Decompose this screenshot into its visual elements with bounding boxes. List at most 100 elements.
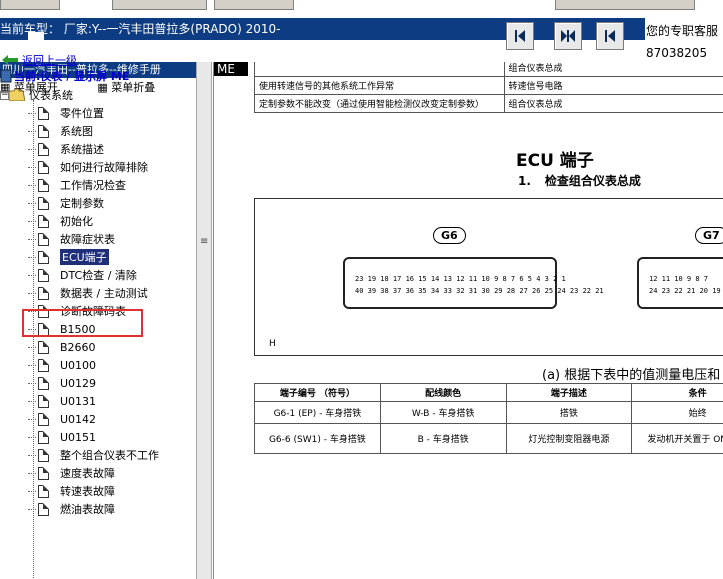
document-icon (38, 412, 49, 426)
tree-connector (28, 400, 36, 402)
document-icon (38, 358, 49, 372)
table-row: 定制参数不能改变（通过使用智能检测仪改变定制参数） 组合仪表总成 (254, 94, 723, 113)
first-page-button[interactable] (506, 22, 534, 50)
tree-connector (28, 436, 36, 438)
tree-folder[interactable]: − 仪表系统 (0, 87, 73, 103)
service-text: 您的专职客服 (646, 24, 719, 38)
document-icon (38, 484, 49, 498)
ecu-title: ECU 端子 (516, 151, 594, 171)
table-cell: 组合仪表总成 (503, 94, 723, 113)
tree-item-label: 速度表故障 (60, 467, 115, 480)
tree-connector (28, 454, 36, 456)
tree-item[interactable]: 零件位置 (28, 104, 159, 122)
document-icon (38, 106, 49, 120)
splitter-grip-icon[interactable]: ≡ (200, 236, 208, 247)
column-header: 端子编号 （符号） (254, 383, 381, 402)
toolbar-tab[interactable] (555, 0, 695, 10)
diagram-h-label: H (269, 339, 276, 349)
toolbar-tab[interactable] (214, 0, 294, 10)
tree-item[interactable]: 整个组合仪表不工作 (28, 446, 159, 464)
tree-item-label: 系统描述 (60, 143, 104, 156)
tree-item-label: 转速表故障 (60, 485, 115, 498)
symptom-table: 组合仪表总成 使用转速信号的其他系统工作异常 转速信号电路 定制参数不能改变（通过使用… (254, 62, 723, 113)
tree-item-label: 燃油表故障 (60, 503, 115, 516)
tree-item[interactable]: 如何进行故障排除 (28, 158, 159, 176)
document-icon (38, 430, 49, 444)
table-cell: W-B - 车身搭铁 (379, 401, 507, 424)
tree-item-label: 工作情况检查 (60, 179, 126, 192)
tree-item[interactable]: 定制参数 (28, 194, 159, 212)
tree-item[interactable]: B2660 (28, 338, 159, 356)
table-cell: G6-1 (EP) - 车身搭铁 (254, 401, 381, 424)
tree-item[interactable]: 系统图 (28, 122, 159, 140)
tree-item-label: U0100 (60, 358, 97, 372)
arrow-left-icon (605, 30, 615, 42)
tree-item[interactable]: U0129 (28, 374, 159, 392)
g7-pin-row-1: 12 11 10 9 8 7 (649, 275, 709, 283)
tree-item[interactable]: 燃油表故障 (28, 500, 159, 518)
document-icon (38, 250, 49, 264)
document-icon (38, 376, 49, 390)
tree-item-label: 初始化 (60, 215, 93, 228)
tree-item[interactable]: 故障症状表 (28, 230, 159, 248)
tree-item[interactable]: 工作情况检查 (28, 176, 159, 194)
tree-item-label: 故障症状表 (60, 233, 115, 246)
collapse-toggle-icon[interactable]: − (0, 90, 9, 100)
vehicle-banner: 当前车型： 厂家:Y--一汽丰田普拉多(PRADO) 2010- (0, 18, 645, 46)
back-page-button[interactable] (596, 22, 624, 50)
vehicle-select-box[interactable] (28, 32, 44, 46)
g7-pin-row-2: 24 23 22 21 20 19 18 (649, 287, 723, 295)
connector-g6: 23 19 18 17 16 15 14 13 12 11 10 9 8 7 6… (343, 257, 604, 309)
column-header: 端子描述 (505, 383, 633, 402)
document-icon (38, 286, 49, 300)
tree-item[interactable]: 速度表故障 (28, 464, 159, 482)
tree-connector (28, 490, 36, 492)
tree-item[interactable]: 初始化 (28, 212, 159, 230)
book-icon (0, 69, 12, 83)
table-row: G6-6 (SW1) - 车身搭铁 B - 车身搭铁 灯光控制变阻器电源 发动机开关置… (254, 423, 723, 454)
g6-pin-row-2: 40 39 38 37 36 35 34 33 32 31 30 29 28 2… (355, 287, 604, 295)
tree-item-label: B2660 (60, 340, 96, 354)
step-heading: 1. 检查组合仪表总成 (518, 172, 655, 189)
toolbar-tab[interactable] (0, 0, 60, 10)
current-location: 当前:仪表 / 显示屏 ME (0, 68, 129, 84)
tree-item[interactable]: 系统描述 (28, 140, 159, 158)
tree-item[interactable]: U0131 (28, 392, 159, 410)
tree-item[interactable]: U0100 (28, 356, 159, 374)
document-icon (38, 502, 49, 516)
toolbar-tab[interactable] (112, 0, 207, 10)
back-link[interactable]: 返回上一级 (2, 52, 77, 68)
document-area: ME 组合仪表总成 使用转速信号的其他系统工作异常 转速信号电路 定制参数不能改变（通… (213, 62, 723, 579)
column-header: 配线颜色 (379, 383, 507, 402)
table-row: G6-1 (EP) - 车身搭铁 W-B - 车身搭铁 搭铁 始终 (254, 401, 723, 424)
split-view-button[interactable] (554, 22, 582, 50)
tree-item[interactable]: U0151 (28, 428, 159, 446)
tree-item[interactable]: U0142 (28, 410, 159, 428)
table-row: 使用转速信号的其他系统工作异常 转速信号电路 (254, 76, 723, 95)
table-row: 组合仪表总成 (254, 62, 723, 77)
me-tab: ME (214, 62, 248, 76)
tree-connector (28, 346, 36, 348)
service-info: 您的专职客服 87038205 (646, 20, 723, 64)
tree-item[interactable]: 数据表 / 主动测试 (28, 284, 159, 302)
tree-item[interactable]: DTC检查 / 清除 (28, 266, 159, 284)
measure-instruction: (a) 根据下表中的值测量电压和 (542, 368, 721, 383)
tree-item[interactable]: 转速表故障 (28, 482, 159, 500)
tree-item[interactable]: ECU端子 (28, 248, 159, 266)
tree-connector (28, 274, 36, 276)
connector-g7: 12 11 10 9 8 7 24 23 22 21 20 19 18 (637, 257, 723, 309)
top-bar: 当前车型： 厂家:Y--一汽丰田普拉多(PRADO) 2010- 您的专职客服 … (0, 0, 723, 62)
document-icon (38, 214, 49, 228)
double-arrow-icon (561, 30, 575, 42)
tree-item-label: U0151 (60, 430, 97, 444)
tree-folder-label: 仪表系统 (29, 89, 73, 102)
tree-connector (28, 184, 36, 186)
tree-connector (28, 508, 36, 510)
table-cell: G6-6 (SW1) - 车身搭铁 (254, 423, 381, 454)
document-icon (38, 466, 49, 480)
table-cell: 始终 (631, 401, 723, 424)
document-icon (38, 448, 49, 462)
splitter[interactable] (196, 62, 212, 579)
document-icon (38, 160, 49, 174)
tree-connector (28, 130, 36, 132)
